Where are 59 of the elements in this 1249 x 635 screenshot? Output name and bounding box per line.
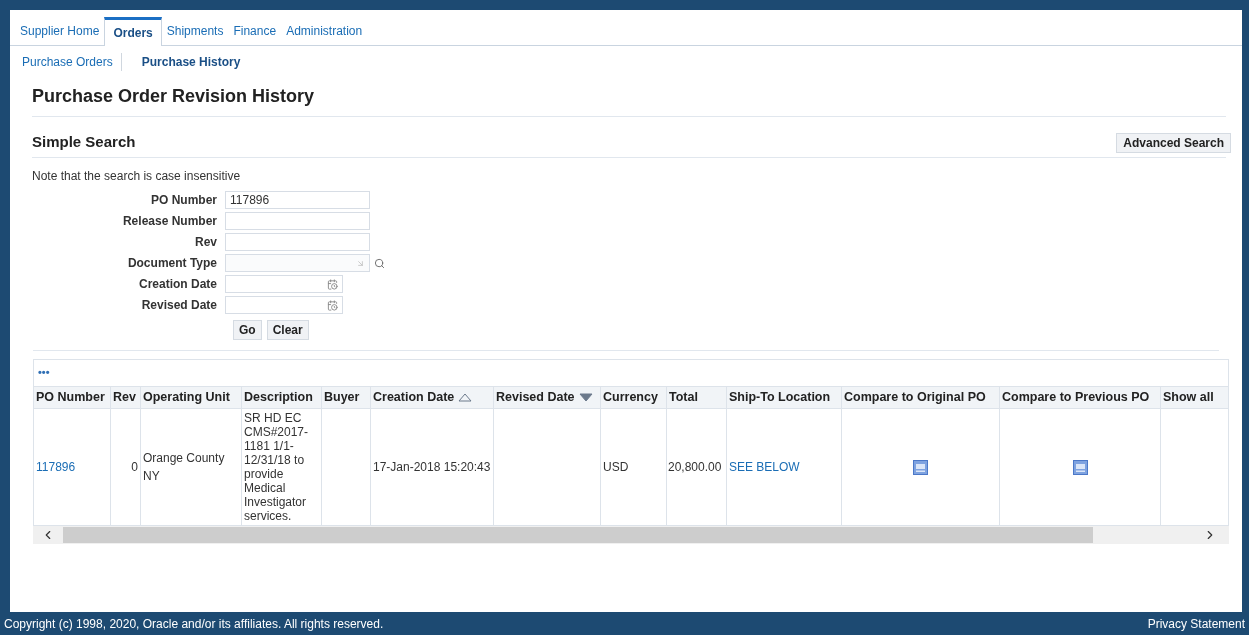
form-button[interactable]: Clear bbox=[266, 319, 309, 340]
ship-to-link[interactable]: SEE BELOW bbox=[729, 460, 800, 474]
nav-tab[interactable]: Supplier Home bbox=[15, 17, 105, 45]
column-header: Currency bbox=[603, 389, 658, 404]
column-header[interactable]: Revised Date bbox=[496, 389, 575, 404]
table-cell: 0 bbox=[131, 460, 138, 474]
privacy-link[interactable]: Privacy Statement bbox=[1147, 614, 1245, 633]
form-button[interactable]: Go bbox=[233, 319, 262, 340]
sub-tab[interactable]: Purchase Orders bbox=[22, 53, 122, 71]
nav-tab[interactable]: Administration bbox=[281, 17, 368, 45]
section-title: Simple Search bbox=[32, 132, 136, 152]
advanced-search-button[interactable]: Advanced Search bbox=[1116, 132, 1231, 153]
po-link[interactable]: 117896 bbox=[36, 460, 76, 474]
field-label: Rev bbox=[194, 234, 218, 251]
document-icon[interactable] bbox=[1072, 460, 1088, 476]
date-field[interactable] bbox=[225, 296, 343, 314]
table-cell: Orange County NY bbox=[143, 451, 225, 483]
more-menu[interactable]: ••• bbox=[38, 364, 50, 381]
document-icon[interactable] bbox=[913, 460, 928, 476]
field-label: PO Number bbox=[150, 192, 218, 209]
search-note: Note that the search is case insensitive bbox=[31, 167, 242, 185]
text-input[interactable] bbox=[225, 212, 370, 230]
sort-down-icon[interactable] bbox=[578, 393, 593, 403]
column-header: Buyer bbox=[324, 389, 360, 404]
column-header: Show all bbox=[1163, 389, 1214, 404]
column-header: PO Number bbox=[36, 389, 105, 404]
table-cell: 20,800.00 bbox=[668, 460, 722, 474]
column-header: Operating Unit bbox=[143, 389, 230, 404]
column-header: Description bbox=[244, 389, 313, 404]
arrow-icon bbox=[356, 258, 365, 268]
copyright-text: Copyright (c) 1998, 2020, Oracle and/or its affiliates. All rights reserved. bbox=[4, 615, 384, 633]
table-cell: USD bbox=[603, 460, 629, 474]
calendar-icon[interactable] bbox=[327, 278, 338, 290]
column-header: Compare to Original PO bbox=[844, 389, 986, 404]
table-cell: SR HD EC CMS#2017-1181 1/1-12/31/18 to provide Medical Investigator services. bbox=[244, 411, 309, 523]
nav-tab[interactable]: Orders bbox=[104, 17, 162, 46]
sort-up-icon[interactable] bbox=[458, 393, 473, 403]
column-header[interactable]: Creation Date bbox=[373, 389, 455, 404]
page-title: Purchase Order Revision History bbox=[32, 78, 1226, 117]
lookup-field[interactable] bbox=[225, 254, 370, 272]
calendar-icon[interactable] bbox=[327, 299, 338, 311]
scrollbar-thumb[interactable] bbox=[63, 527, 1093, 543]
text-input[interactable]: 117896 bbox=[225, 191, 370, 209]
field-label: Creation Date bbox=[137, 276, 218, 293]
nav-tab[interactable]: Finance bbox=[228, 17, 282, 45]
column-header: Total bbox=[669, 389, 698, 404]
nav-tab[interactable]: Shipments bbox=[161, 17, 229, 45]
field-label: Document Type bbox=[126, 255, 218, 272]
column-header: Rev bbox=[113, 389, 136, 404]
table-cell: 17-Jan-2018 15:20:43 bbox=[373, 460, 491, 474]
field-label: Revised Date bbox=[140, 297, 218, 314]
search-icon[interactable] bbox=[374, 257, 385, 269]
column-header: Compare to Previous PO bbox=[1002, 389, 1150, 404]
field-label: Release Number bbox=[121, 213, 218, 230]
date-field[interactable] bbox=[225, 275, 343, 293]
column-header: Ship-To Location bbox=[729, 389, 831, 404]
horizontal-scrollbar[interactable] bbox=[33, 526, 1229, 544]
text-input[interactable] bbox=[225, 233, 370, 251]
sub-tab[interactable]: Purchase History bbox=[121, 53, 241, 71]
